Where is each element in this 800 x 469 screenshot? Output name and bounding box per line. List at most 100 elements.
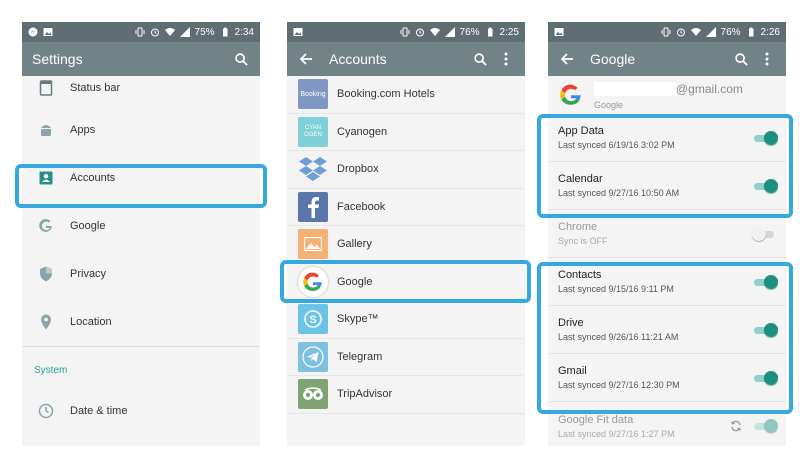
vibrate-icon: [661, 27, 671, 37]
account-header: @gmail.com Google: [548, 76, 786, 114]
alarm-icon: [415, 28, 424, 37]
sync-toggle[interactable]: [752, 130, 778, 145]
svg-text:S: S: [309, 314, 316, 326]
signal-icon: [179, 27, 190, 37]
account-item-dropbox[interactable]: Dropbox: [287, 151, 525, 189]
tripadvisor-logo: [298, 379, 328, 410]
search-button[interactable]: [732, 50, 750, 68]
google-sync-screen: 76% 2:26 Google @gmail.com Google App Da…: [548, 22, 786, 446]
sync-item-google-fit[interactable]: Google Fit data Last synced 9/27/16 1:27 …: [548, 402, 786, 446]
settings-item-label: Apps: [70, 124, 96, 136]
facebook-f-icon: [308, 196, 319, 218]
search-button[interactable]: [232, 50, 250, 68]
sync-item-name: Gmail: [558, 365, 587, 377]
settings-item-label: Status bar: [70, 82, 121, 94]
more-vert-icon: [765, 52, 769, 66]
vibrate-icon: [400, 27, 410, 37]
sync-toggle[interactable]: [752, 226, 776, 241]
cyanogen-logo: CYAN OGEN: [298, 116, 328, 147]
wifi-icon: [429, 28, 440, 36]
google-logo: [298, 266, 328, 297]
sync-item-status: Last synced 9/27/16 1:27 PM: [558, 428, 675, 439]
section-header-system: System: [34, 365, 68, 376]
sync-in-progress-icon: [730, 420, 742, 432]
settings-item-privacy[interactable]: Privacy: [22, 250, 260, 298]
sync-item-status: Last synced 9/26/16 11:21 AM: [558, 332, 679, 342]
sync-item-gmail[interactable]: Gmail Last synced 9/27/16 12:30 PM: [548, 354, 786, 402]
google-g-icon: [39, 219, 52, 232]
location-pin-icon: [41, 314, 51, 330]
account-item-google[interactable]: Google: [287, 264, 525, 301]
settings-item-apps[interactable]: Apps: [22, 106, 260, 154]
tripadvisor-owl-icon: [303, 387, 323, 401]
account-item-gallery[interactable]: Gallery: [287, 226, 525, 264]
battery-level: 76%: [720, 26, 741, 38]
overflow-menu-button[interactable]: [497, 50, 515, 68]
skype-icon: S: [304, 310, 322, 329]
account-item-telegram[interactable]: Telegram: [287, 339, 525, 376]
account-label: Telegram: [337, 350, 383, 363]
skype-logo: S: [298, 304, 328, 335]
battery-level: 75%: [194, 26, 215, 38]
account-item-cyanogen[interactable]: CYAN OGEN Cyanogen: [287, 114, 525, 151]
sync-item-status: Last synced 9/15/16 9:11 PM: [558, 284, 674, 294]
settings-item-label: Accounts: [70, 172, 116, 184]
account-label: Google: [337, 275, 373, 288]
settings-item-location[interactable]: Location: [22, 298, 260, 346]
account-item-booking[interactable]: Booking Booking.com Hotels: [287, 76, 525, 114]
settings-item-label: Location: [70, 316, 112, 328]
app-bar: Google: [548, 42, 786, 76]
alarm-icon: [150, 28, 159, 37]
account-label: Gallery: [337, 238, 372, 251]
sync-item-name: Drive: [558, 317, 584, 329]
battery-icon: [748, 27, 754, 37]
gallery-icon: [304, 237, 322, 252]
sync-toggle[interactable]: [752, 274, 778, 289]
account-item-tripadvisor[interactable]: TripAdvisor: [287, 376, 525, 414]
telegram-logo: [298, 341, 328, 372]
page-title: Accounts: [329, 51, 387, 67]
google-g-icon: [560, 84, 581, 105]
dropbox-logo: [298, 154, 328, 184]
sync-toggle[interactable]: [752, 419, 778, 433]
settings-item-label: Google: [70, 220, 106, 232]
sync-item-name: App Data: [558, 125, 604, 137]
clock-time: 2:34: [234, 26, 254, 38]
facebook-logo: [298, 191, 328, 222]
account-item-facebook[interactable]: Facebook: [287, 189, 525, 226]
search-button[interactable]: [471, 50, 489, 68]
sync-item-name: Calendar: [558, 173, 603, 185]
sync-toggle[interactable]: [752, 370, 778, 385]
sync-item-status: Last synced 6/19/16 3:02 PM: [558, 140, 675, 150]
overflow-menu-button[interactable]: [758, 50, 776, 68]
booking-logo: Booking: [298, 79, 328, 110]
back-button[interactable]: [558, 50, 576, 68]
image-icon: [293, 28, 303, 36]
page-title: Settings: [32, 51, 83, 67]
sync-item-drive[interactable]: Drive Last synced 9/26/16 11:21 AM: [548, 306, 786, 354]
settings-item-date-time[interactable]: Date & time: [22, 387, 260, 435]
redacted-email: [594, 82, 676, 96]
account-label: Booking.com Hotels: [337, 88, 435, 101]
account-item-skype[interactable]: S Skype™: [287, 301, 525, 339]
settings-screen: 75% 2:34 Settings Status bar Apps Accoun…: [22, 22, 260, 446]
alarm-icon: [676, 28, 685, 37]
sync-item-chrome[interactable]: Chrome Sync is OFF: [548, 210, 786, 258]
search-icon: [234, 52, 248, 66]
sync-item-calendar[interactable]: Calendar Last synced 9/27/16 10:50 AM: [548, 162, 786, 210]
gallery-logo: [298, 229, 328, 260]
sync-item-status: Last synced 9/27/16 10:50 AM: [558, 188, 680, 198]
battery-icon: [222, 27, 228, 37]
back-button[interactable]: [297, 50, 315, 68]
sync-item-app-data[interactable]: App Data Last synced 6/19/16 3:02 PM: [548, 114, 786, 162]
image-icon: [554, 28, 564, 36]
sync-toggle[interactable]: [752, 178, 778, 193]
stage: 75% 2:34 Settings Status bar Apps Accoun…: [0, 0, 800, 469]
sync-item-contacts[interactable]: Contacts Last synced 9/15/16 9:11 PM: [548, 258, 786, 306]
settings-item-status-bar[interactable]: Status bar: [22, 70, 260, 106]
settings-item-google[interactable]: Google: [22, 202, 260, 250]
sync-toggle[interactable]: [752, 322, 778, 337]
search-icon: [473, 52, 487, 66]
settings-item-accounts[interactable]: Accounts: [22, 154, 260, 202]
settings-list: Status bar Apps Accounts Google Privacy …: [22, 76, 260, 446]
